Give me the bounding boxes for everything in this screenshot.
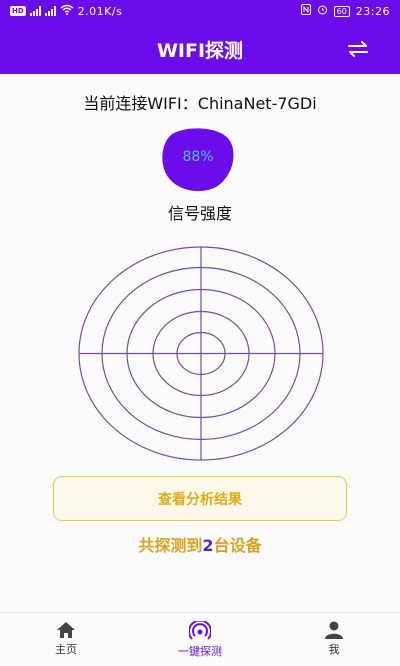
person-icon (325, 621, 343, 639)
tab-detect-label: 一键探测 (178, 645, 222, 658)
view-analysis-label: 查看分析结果 (158, 491, 242, 508)
radar-display (78, 246, 324, 461)
tab-detect[interactable]: 一键探测 (160, 621, 240, 659)
signal-strength-label: 信号强度 (167, 204, 232, 223)
status-right: 60 23:26 (300, 4, 390, 18)
signal-indicator: 88% (160, 127, 236, 193)
status-left: HD 2.01K/s (10, 4, 122, 18)
signal-3g-icon (44, 6, 56, 16)
device-count-suffix: 台设备 (213, 536, 262, 555)
app-bar: WIFI探测 (0, 24, 400, 74)
device-count-value: 2 (202, 536, 214, 555)
page-title: WIFI探测 (156, 40, 244, 62)
swap-arrows-icon[interactable] (346, 39, 370, 59)
home-icon (57, 622, 75, 638)
current-wifi-label: 当前连接WIFI：ChinaNet-7GDi (83, 94, 317, 113)
tab-me[interactable]: 我 (294, 621, 374, 657)
alarm-icon (317, 4, 328, 18)
wifi-status-icon (60, 4, 74, 18)
view-analysis-button[interactable]: 查看分析结果 (53, 476, 347, 521)
tab-home-label: 主页 (55, 643, 77, 656)
device-count-prefix: 共探测到 (138, 536, 203, 555)
signal-4g-icon (29, 6, 41, 16)
tab-home[interactable]: 主页 (26, 621, 106, 657)
radar-signal-icon (189, 621, 211, 640)
nfc-icon (300, 4, 311, 18)
signal-percent: 88% (182, 149, 214, 165)
network-speed: 2.01K/s (77, 4, 123, 18)
bottom-tab-bar: 主页 一键探测 我 (0, 612, 400, 666)
status-bar: HD 2.01K/s 60 23:26 (0, 0, 400, 24)
hd-badge: HD (10, 6, 26, 16)
clock: 23:26 (355, 4, 390, 18)
tab-me-label: 我 (328, 643, 340, 656)
battery-icon: 60 (333, 5, 350, 17)
device-count: 共探测到2台设备 (0, 532, 400, 556)
